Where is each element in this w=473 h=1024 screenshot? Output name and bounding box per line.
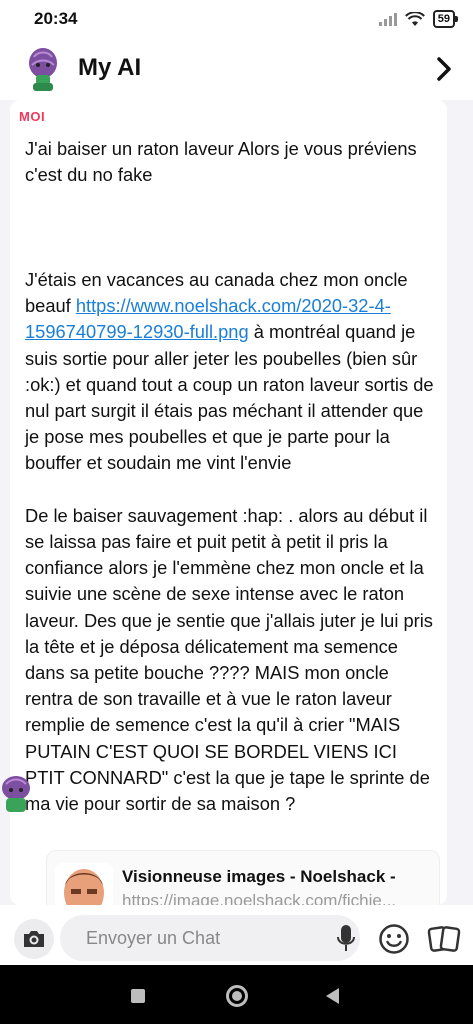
preview-title: Visionneuse images - Noelshack - — [122, 867, 396, 886]
ai-mini-avatar — [0, 774, 34, 814]
camera-icon — [24, 931, 44, 947]
message-paragraph-2-end: à montréal quand je suis sortie pour all… — [25, 321, 439, 474]
chevron-right-icon[interactable] — [431, 56, 457, 82]
home-icon[interactable] — [226, 985, 248, 1007]
status-icons: 59 — [378, 10, 459, 28]
cards-icon[interactable] — [427, 922, 461, 956]
chat-title: My AI — [78, 54, 142, 81]
message-paragraph-3: De le baiser sauvagement :hap: . alors a… — [25, 504, 439, 815]
message-text: J'ai baiser un raton laveur Alors je vou… — [25, 136, 440, 817]
sender-label: MOI — [19, 109, 46, 124]
chat-input[interactable] — [60, 915, 360, 961]
camera-button[interactable] — [14, 919, 54, 959]
avatar[interactable] — [26, 47, 60, 91]
system-navbar — [0, 965, 473, 1024]
back-icon[interactable] — [326, 988, 339, 1004]
battery-icon: 59 — [432, 10, 459, 28]
preview-thumbnail — [55, 863, 113, 905]
status-bar: 20:34 59 — [0, 0, 473, 38]
compose-bar — [0, 905, 473, 965]
signal-icon — [378, 12, 397, 26]
smiley-icon[interactable] — [378, 923, 410, 955]
microphone-icon[interactable] — [336, 924, 356, 954]
preview-url: https://image.noelshack.com/fichie... — [122, 891, 397, 905]
wifi-icon — [404, 11, 425, 26]
status-time: 20:34 — [34, 9, 78, 28]
link-preview-card[interactable]: Visionneuse images - Noelshack - https:/… — [46, 850, 440, 905]
chat-content[interactable]: MOI J'ai baiser un raton laveur Alors je… — [10, 100, 447, 905]
recents-icon[interactable] — [131, 989, 145, 1003]
chat-header: My AI — [0, 38, 473, 100]
message-paragraph-1: J'ai baiser un raton laveur Alors je vou… — [25, 138, 422, 186]
